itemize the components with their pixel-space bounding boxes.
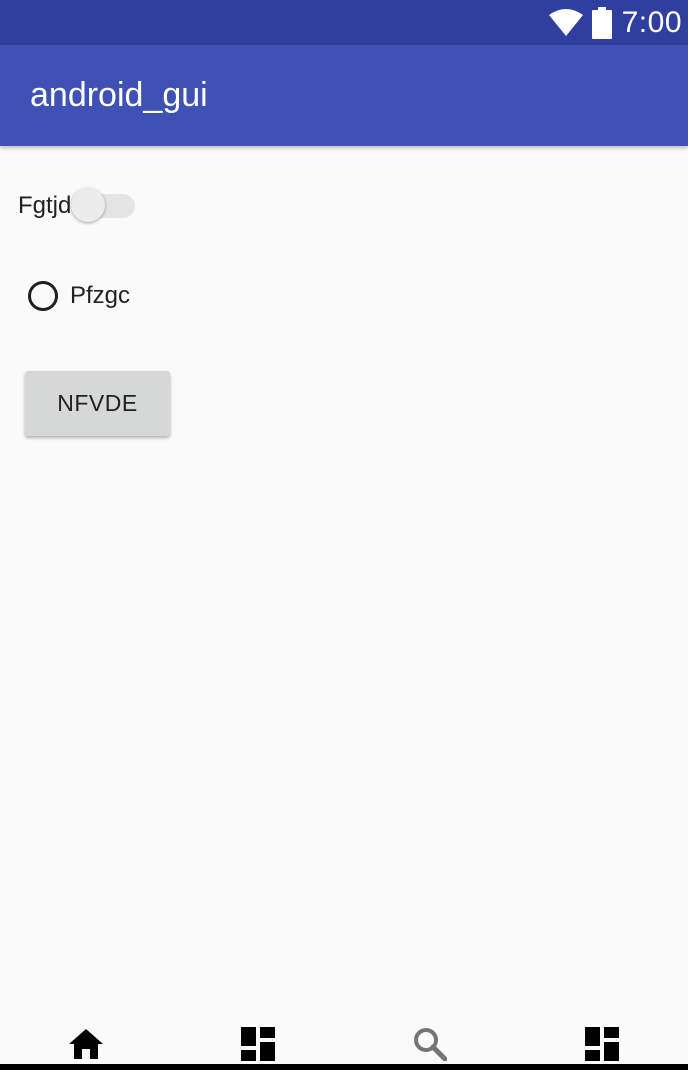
app-bar: android_gui — [0, 45, 688, 146]
app-screen: 7:00 android_gui Fgtjd Pfzgc NFVDE — [0, 0, 688, 1070]
dashboard-icon — [585, 1027, 619, 1061]
switch-row[interactable]: Fgtjd — [18, 186, 136, 226]
radio-label: Pfzgc — [70, 282, 131, 309]
status-time: 7:00 — [621, 5, 682, 39]
nav-item-search[interactable] — [344, 1010, 516, 1064]
app-title: android_gui — [30, 76, 208, 114]
dashboard-icon — [241, 1027, 275, 1061]
battery-icon — [591, 6, 612, 39]
switch-label: Fgtjd — [18, 192, 72, 219]
home-icon — [69, 1029, 103, 1059]
nav-item-dashboard[interactable] — [172, 1010, 344, 1064]
nav-item-home[interactable] — [0, 1010, 172, 1064]
status-bar: 7:00 — [0, 0, 688, 45]
wifi-icon — [548, 8, 583, 36]
system-nav-bar-edge — [0, 1064, 688, 1070]
radio-circle[interactable] — [28, 281, 58, 311]
toggle-switch[interactable] — [69, 186, 136, 226]
nav-item-dashboard-2[interactable] — [516, 1010, 688, 1064]
nfvde-button[interactable]: NFVDE — [25, 371, 170, 436]
status-icons: 7:00 — [548, 0, 682, 45]
radio-button[interactable]: Pfzgc — [28, 276, 130, 316]
search-icon — [414, 1028, 447, 1061]
bottom-navigation — [0, 1010, 688, 1064]
